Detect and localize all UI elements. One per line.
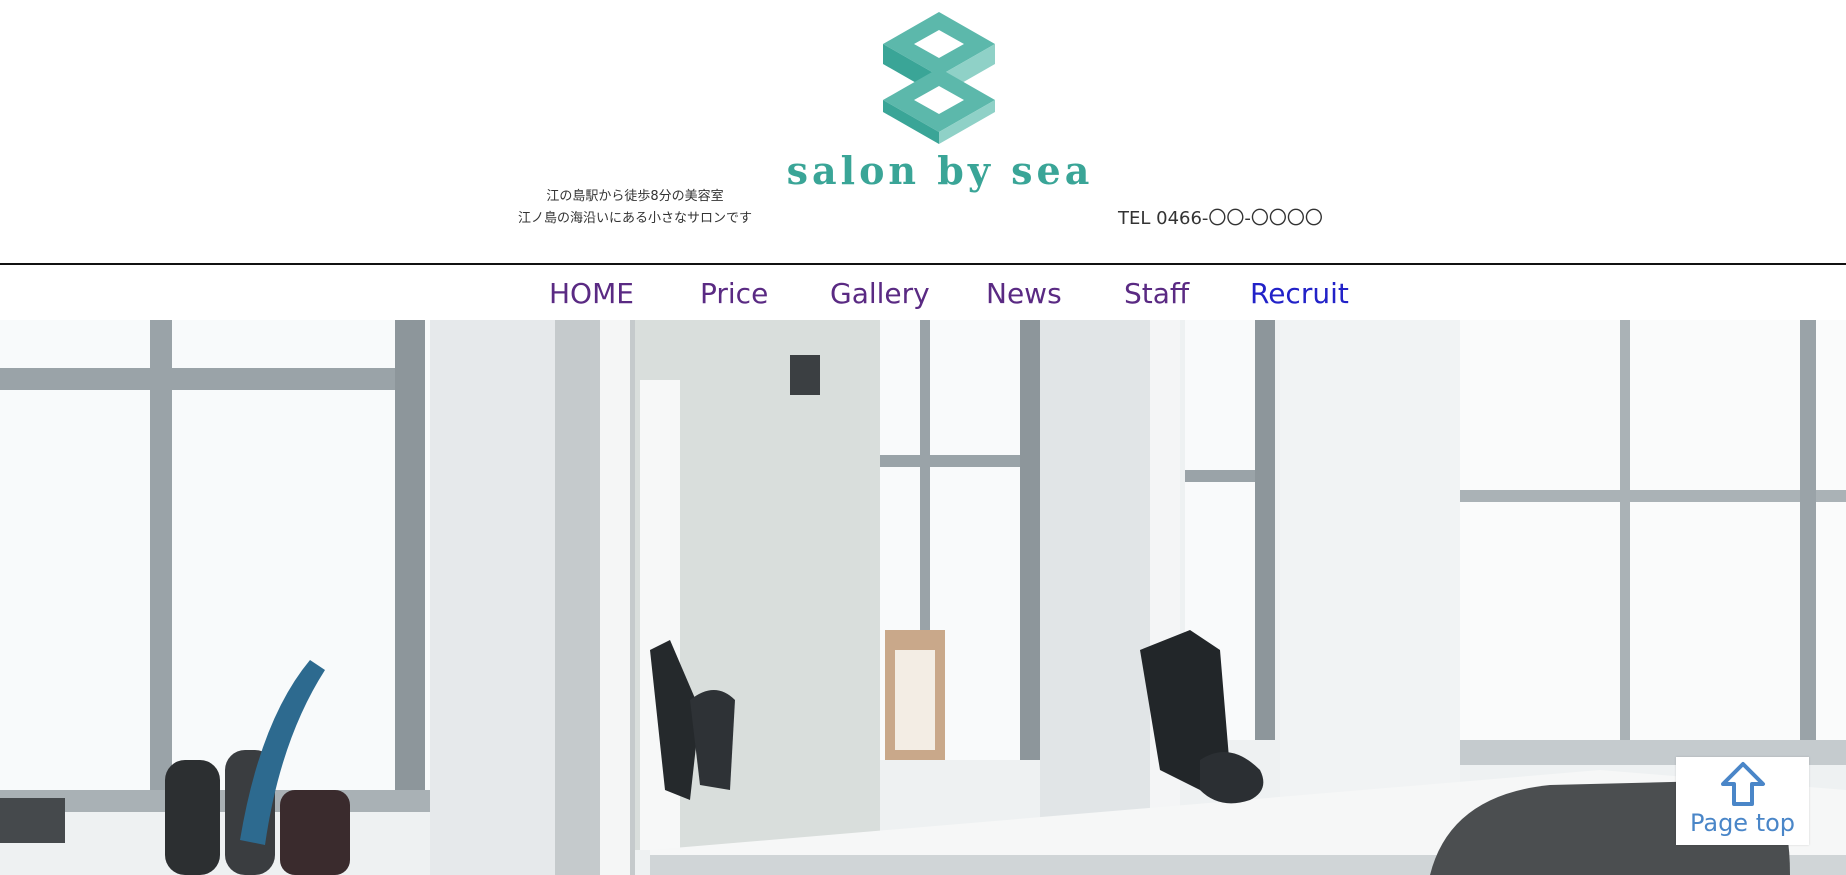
page-top-label: Page top xyxy=(1689,809,1796,837)
nav-price[interactable]: Price xyxy=(700,277,768,310)
main-nav: HOME Price Gallery News Staff Recruit xyxy=(0,265,1846,320)
arrow-up-icon xyxy=(1721,762,1765,806)
tagline-line-1: 江の島駅から徒歩8分の美容室 xyxy=(546,189,724,204)
hero-image xyxy=(0,320,1846,875)
nav-news[interactable]: News xyxy=(986,277,1062,310)
logo-text[interactable]: salon by sea xyxy=(760,148,1120,193)
telephone-number: TEL 0466-〇〇-〇〇〇〇 xyxy=(1118,208,1323,229)
site-header: salon by sea 江の島駅から徒歩8分の美容室 江ノ島の海沿いにある小さ… xyxy=(0,0,1846,263)
page: salon by sea 江の島駅から徒歩8分の美容室 江ノ島の海沿いにある小さ… xyxy=(0,0,1846,875)
nav-staff[interactable]: Staff xyxy=(1124,277,1189,310)
nav-recruit[interactable]: Recruit xyxy=(1250,277,1349,310)
tagline-line-2: 江ノ島の海沿いにある小さなサロンです xyxy=(517,211,752,226)
nav-gallery[interactable]: Gallery xyxy=(830,277,930,310)
salon-interior-photo-icon xyxy=(0,320,1846,875)
nav-home[interactable]: HOME xyxy=(549,277,634,310)
page-top-button[interactable]: Page top xyxy=(1676,757,1809,845)
tagline: 江の島駅から徒歩8分の美容室 江ノ島の海沿いにある小さなサロンです xyxy=(480,186,790,230)
logo-icon[interactable] xyxy=(858,12,1021,144)
